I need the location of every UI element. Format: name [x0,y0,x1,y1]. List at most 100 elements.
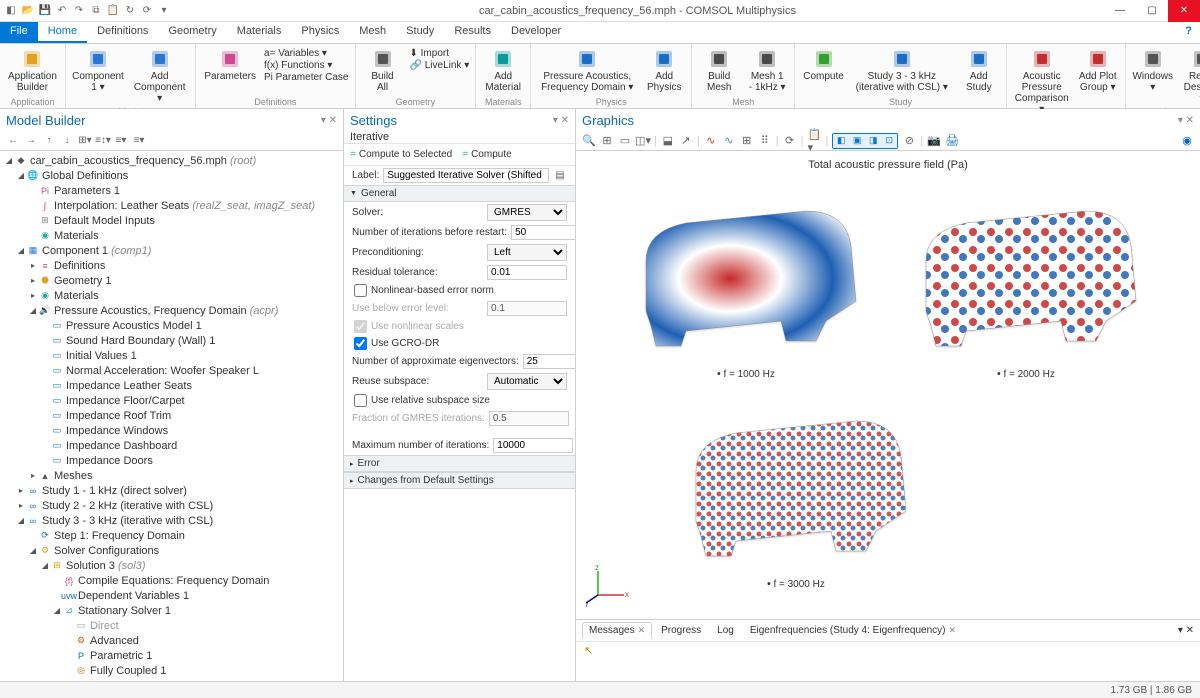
tree-item[interactable]: uvwDependent Variables 1 [0,588,343,603]
ribbon-small-item[interactable]: 🔗 LiveLink ▾ [410,60,470,71]
minimize-button[interactable]: — [1104,0,1136,22]
iter-input[interactable] [511,225,575,240]
tree-item[interactable]: ▭Direct [0,618,343,633]
compute[interactable]: =Compute [462,149,511,160]
reuse-select[interactable]: Automatic [487,373,567,390]
maxiter-input[interactable] [493,438,573,453]
tree-item[interactable]: ◢🌐Global Definitions [0,168,343,183]
tree-item[interactable]: ▭Impedance Leather Seats [0,378,343,393]
tree-item[interactable]: {f}Compile Equations: Frequency Domain [0,573,343,588]
tree-item[interactable]: ▸⬣Geometry 1 [0,273,343,288]
lock-icon[interactable]: ⊘ [902,134,916,148]
label-input[interactable] [383,168,549,183]
userel-check[interactable]: Use relative subspace size [344,392,575,409]
more-icon[interactable]: ▾ [157,4,171,18]
paste-icon[interactable]: 📋 [106,4,120,18]
ribbon-build[interactable]: Build All [362,46,404,95]
precond-select[interactable]: Left [487,244,567,261]
plot-icon[interactable]: ∿ [704,134,718,148]
ribbon-compute[interactable]: Compute [801,46,846,84]
tree-item[interactable]: ▭Impedance Floor/Carpet [0,393,343,408]
ribbon-add-plot[interactable]: Add Plot Group ▾ [1077,46,1119,95]
tree-item[interactable]: ◢🔊Pressure Acoustics, Frequency Domain (… [0,303,343,318]
ribbon-component[interactable]: Component 1 ▾ [72,46,124,95]
tree-item[interactable]: ▸▲Meshes [0,468,343,483]
tree-item[interactable]: PParametric 1 [0,648,343,663]
tab-log[interactable]: Log [710,622,741,639]
tree-item[interactable]: ▭Initial Values 1 [0,348,343,363]
menu-home[interactable]: Home [38,22,87,43]
menu-physics[interactable]: Physics [291,22,349,43]
tree-item[interactable]: ▭Sound Hard Boundary (Wall) 1 [0,333,343,348]
print-icon[interactable]: 🖨 [945,134,959,148]
tree-item[interactable]: ▸∞Study 2 - 2 kHz (iterative with CSL) [0,498,343,513]
ribbon-application[interactable]: Application Builder [6,46,59,95]
tree-item[interactable]: ▭Normal Acceleration: Woofer Speaker L [0,363,343,378]
tab-eigenfrequencies[interactable]: Eigenfrequencies (Study 4: Eigenfrequenc… [743,622,963,639]
zoom-box-icon[interactable]: ▭ [618,134,632,148]
solver-select[interactable]: GMRES [487,204,567,221]
tree-item[interactable]: ◢⊿Stationary Solver 1 [0,603,343,618]
panel-controls[interactable]: ▾ ✕ [553,115,569,126]
section-error[interactable]: ▸Error [344,455,575,472]
fwd-icon[interactable]: → [24,134,38,148]
panel-controls[interactable]: ▾ ✕ [1178,625,1194,636]
more-icon[interactable]: ≡▾ [132,134,146,148]
tree-item[interactable]: ▭Impedance Dashboard [0,438,343,453]
tree-item[interactable]: ◉Materials [0,228,343,243]
panel-controls[interactable]: ▾ ✕ [321,115,337,126]
ribbon-pressure-acoustics-[interactable]: Pressure Acoustics, Frequency Domain ▾ [537,46,637,95]
filter-icon[interactable]: ≡▾ [114,134,128,148]
tree-item[interactable]: ◢⚙Solver Configurations [0,543,343,558]
tree-item[interactable]: PiParameters 1 [0,183,343,198]
tree-item[interactable]: ⟳Step 1: Frequency Domain [0,528,343,543]
sync-icon[interactable]: ⟳ [140,4,154,18]
tree-item[interactable]: ▸◉Materials [0,288,343,303]
tab-messages[interactable]: Messages✕ [582,622,652,639]
tree-item[interactable]: ▭Suggested Direct Solver (acpr) [0,678,343,681]
tree-item[interactable]: ◎Fully Coupled 1 [0,663,343,678]
refresh-icon[interactable]: ↻ [123,4,137,18]
up-icon[interactable]: ↑ [42,134,56,148]
section-changes[interactable]: ▸Changes from Default Settings [344,472,575,489]
menu-geometry[interactable]: Geometry [158,22,226,43]
save-icon[interactable]: 💾 [38,4,52,18]
tree-item[interactable]: ▸≡Definitions [0,258,343,273]
model-tree[interactable]: ◢◆car_cabin_acoustics_frequency_56.mph (… [0,151,343,681]
ribbon-windows[interactable]: Windows ▾ [1132,46,1174,95]
zoom-extents-icon[interactable]: ⊞ [600,134,614,148]
rotate-icon[interactable]: ⟳ [783,134,797,148]
grid-icon[interactable]: ⊞ [740,134,754,148]
menu-results[interactable]: Results [444,22,501,43]
collapse-icon[interactable]: ≡↕▾ [96,134,110,148]
plot2-icon[interactable]: ∿ [722,134,736,148]
menu-developer[interactable]: Developer [501,22,571,43]
ribbon-reset[interactable]: Reset Desktop ▾ [1180,46,1200,106]
expand-icon[interactable]: ⊞▾ [78,134,92,148]
approxeig-input[interactable] [523,354,575,369]
menu-materials[interactable]: Materials [227,22,292,43]
tree-item[interactable]: ▭Pressure Acoustics Model 1 [0,318,343,333]
ribbon-mesh-1[interactable]: Mesh 1 - 1kHz ▾ [746,46,788,95]
tree-item[interactable]: ◢∞Study 3 - 3 kHz (iterative with CSL) [0,513,343,528]
info-icon[interactable]: ◉ [1180,134,1194,148]
tree-item[interactable]: ⊞Default Model Inputs [0,213,343,228]
ribbon-small-item[interactable]: Pi Parameter Case [264,72,348,83]
redo-icon[interactable]: ↷ [72,4,86,18]
help-icon[interactable]: ? [1177,22,1200,43]
tab-progress[interactable]: Progress [654,622,708,639]
tree-item[interactable]: ◢⊞Solution 3 (sol3) [0,558,343,573]
tree-item[interactable]: ⚙Advanced [0,633,343,648]
zoom-in-icon[interactable]: 🔍 [582,134,596,148]
label-glyph-icon[interactable]: ▤ [553,169,567,183]
tree-item[interactable]: ◢▦Component 1 (comp1) [0,243,343,258]
selection-mode[interactable]: ◧▣◨⊡ [832,133,898,149]
undo-icon[interactable]: ↶ [55,4,69,18]
tree-item[interactable]: ▸∞Study 1 - 1 kHz (direct solver) [0,483,343,498]
copy-icon[interactable]: ⧉ [89,4,103,18]
ribbon-parameters[interactable]: Parameters [202,46,258,84]
panel-controls[interactable]: ▾ ✕ [1178,115,1194,126]
zoom-rect-icon[interactable]: ◫▾ [636,134,650,148]
open-icon[interactable]: 📂 [21,4,35,18]
tree-item[interactable]: ▭Impedance Roof Trim [0,408,343,423]
